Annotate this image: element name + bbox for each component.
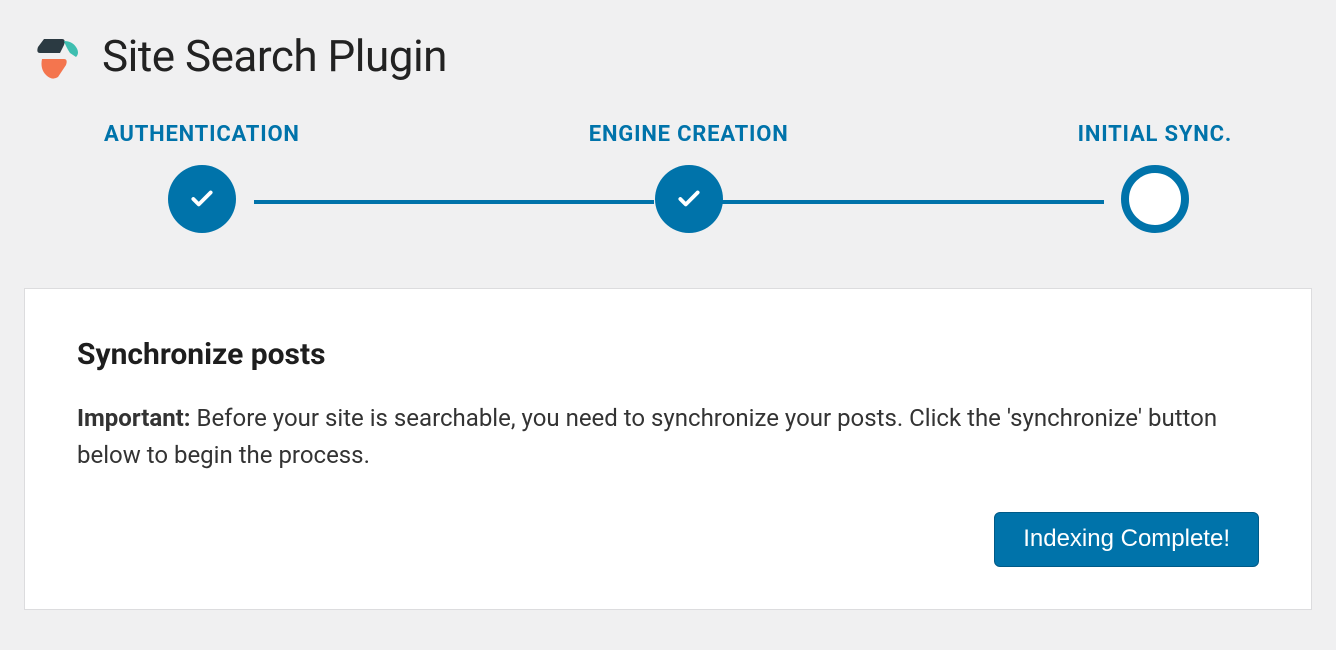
check-icon xyxy=(189,186,215,212)
plugin-logo-icon xyxy=(34,31,84,81)
step-engine-creation: ENGINE CREATION xyxy=(589,122,789,233)
step-dot-complete xyxy=(655,165,723,233)
step-label: INITIAL SYNC. xyxy=(1078,122,1232,147)
sync-card: Synchronize posts Important: Before your… xyxy=(24,288,1312,610)
step-label: AUTHENTICATION xyxy=(104,122,300,147)
step-initial-sync: INITIAL SYNC. xyxy=(1078,122,1232,233)
card-title: Synchronize posts xyxy=(77,337,1259,372)
card-body-text: Before your site is searchable, you need… xyxy=(77,404,1217,469)
important-label: Important: xyxy=(77,404,191,432)
progress-stepper: AUTHENTICATION ENGINE CREATION INITIAL S… xyxy=(24,122,1312,233)
page-header: Site Search Plugin xyxy=(24,30,1312,82)
step-authentication: AUTHENTICATION xyxy=(104,122,300,233)
step-dot-complete xyxy=(168,165,236,233)
step-dot-current xyxy=(1121,165,1189,233)
indexing-complete-button[interactable]: Indexing Complete! xyxy=(994,512,1259,567)
step-label: ENGINE CREATION xyxy=(589,122,789,147)
card-actions: Indexing Complete! xyxy=(77,512,1259,567)
check-icon xyxy=(676,186,702,212)
card-description: Important: Before your site is searchabl… xyxy=(77,400,1259,474)
page-title: Site Search Plugin xyxy=(102,30,447,82)
